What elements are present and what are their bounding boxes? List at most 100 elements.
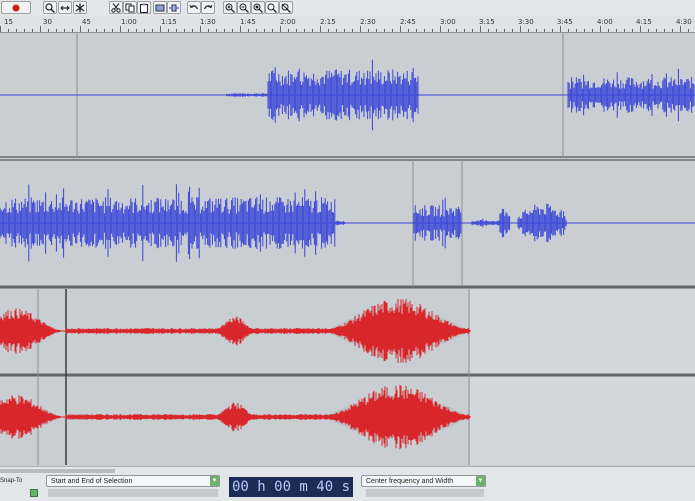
ruler-tick: [424, 29, 425, 32]
ruler-tick: [88, 29, 89, 32]
ruler-tick-label: 2:45: [400, 18, 416, 26]
audio-track-2[interactable]: [0, 159, 695, 289]
zoom-toggle-icon: [281, 3, 291, 13]
timeline-ruler[interactable]: 15 30 45 1:00 1:15 1:30 1:45 2:00 2:15 2:30 2:45 3:…: [0, 16, 695, 33]
ruler-tick: [184, 29, 185, 32]
ruler-tick-label: 1:00: [121, 18, 137, 26]
ruler-tick: [216, 29, 217, 32]
record-icon: [12, 4, 20, 11]
copy-button[interactable]: [123, 1, 137, 14]
undo-button[interactable]: [187, 1, 201, 14]
ruler-tick-label: 2:15: [320, 18, 336, 26]
chevron-down-icon: ▼: [210, 476, 219, 486]
ruler-tick: [640, 26, 641, 32]
ruler-tick: [16, 29, 17, 32]
ruler-tick: [0, 26, 1, 32]
ruler-tick: [552, 29, 553, 32]
ruler-tick: [368, 29, 369, 32]
ruler-tick: [272, 29, 273, 32]
ruler-tick: [168, 29, 169, 32]
ruler-tick: [360, 26, 361, 32]
ruler-tick: [152, 29, 153, 32]
audio-position-display[interactable]: 00 h 00 m 40 s: [229, 477, 353, 497]
cut-button[interactable]: [109, 1, 123, 14]
audio-track-3-stereo[interactable]: [0, 289, 695, 465]
ruler-tick: [512, 29, 513, 32]
ruler-tick: [648, 29, 649, 32]
frequency-field[interactable]: [366, 489, 484, 497]
zoom-in-button[interactable]: [223, 1, 237, 14]
ruler-tick: [656, 29, 657, 32]
ruler-tick: [688, 29, 689, 32]
ruler-tick-label: 4:15: [636, 18, 652, 26]
snap-to-checkbox[interactable]: [30, 489, 38, 497]
zoom-out-button[interactable]: [237, 1, 251, 14]
multi-tool-button[interactable]: [73, 1, 87, 14]
ruler-tick: [632, 29, 633, 32]
ruler-tick: [616, 29, 617, 32]
ruler-tick: [8, 29, 9, 32]
ruler-tick: [600, 26, 601, 32]
cut-icon: [111, 2, 121, 13]
trim-button[interactable]: [153, 1, 167, 14]
ruler-tick: [304, 29, 305, 32]
ruler-tick: [24, 29, 25, 32]
ruler-tick: [448, 29, 449, 32]
ruler-tick: [256, 29, 257, 32]
redo-button[interactable]: [201, 1, 215, 14]
ruler-tick: [376, 29, 377, 32]
ruler-tick: [536, 29, 537, 32]
ruler-tick: [288, 29, 289, 32]
ruler-tick-label: 3:30: [518, 18, 534, 26]
ruler-tick: [280, 26, 281, 32]
record-button[interactable]: [1, 1, 31, 14]
ruler-tick: [64, 29, 65, 32]
ruler-tick: [312, 29, 313, 32]
chevron-down-icon: ▼: [476, 476, 485, 486]
ruler-tick-label: 15: [4, 18, 13, 26]
ruler-tick: [480, 26, 481, 32]
ruler-tick: [56, 29, 57, 32]
ruler-tick: [80, 26, 81, 32]
ruler-tick: [664, 29, 665, 32]
zoom-selection-button[interactable]: [251, 1, 265, 14]
spectral-selection-select[interactable]: Center frequency and Width ▼: [361, 475, 486, 487]
ruler-tick-label: 4:30: [676, 18, 692, 26]
ruler-tick: [96, 29, 97, 32]
time-shift-tool-button[interactable]: [58, 1, 72, 14]
ruler-tick: [232, 29, 233, 32]
audio-track-1[interactable]: [0, 33, 695, 159]
paste-button[interactable]: [137, 1, 151, 14]
paste-icon: [140, 3, 148, 13]
ruler-tick-label: 2:00: [280, 18, 296, 26]
ruler-tick: [560, 26, 561, 32]
zoom-fit-icon: [267, 3, 277, 13]
ruler-tick: [72, 29, 73, 32]
horizontal-scrollbar[interactable]: [0, 469, 115, 473]
zoom-arrows-icon: [60, 5, 70, 10]
ruler-tick: [240, 26, 241, 32]
ruler-tick-label: 30: [43, 18, 52, 26]
search-icon: [45, 2, 55, 13]
zoom-tool-button[interactable]: [43, 1, 57, 14]
ruler-tick-label: 3:45: [557, 18, 573, 26]
ruler-tick: [328, 29, 329, 32]
ruler-tick: [416, 29, 417, 32]
zoom-toggle-button[interactable]: [279, 1, 293, 14]
track-2-waveform: [0, 159, 695, 289]
undo-icon: [189, 4, 199, 9]
selection-mode-select[interactable]: Start and End of Selection ▼: [46, 475, 220, 487]
time-display-value: 00 h 00 m 40 s: [232, 479, 351, 495]
ruler-tick: [408, 29, 409, 32]
ruler-tick: [352, 29, 353, 32]
multi-tool-icon: [75, 3, 85, 12]
ruler-tick: [296, 29, 297, 32]
zoom-fit-button[interactable]: [265, 1, 279, 14]
ruler-tick-label: 1:30: [200, 18, 216, 26]
selection-start-field[interactable]: [48, 489, 218, 497]
silence-button[interactable]: [167, 1, 181, 14]
ruler-tick: [200, 26, 201, 32]
ruler-tick: [672, 29, 673, 32]
track-3-waveform: [0, 289, 695, 465]
silence-icon: [169, 4, 179, 11]
